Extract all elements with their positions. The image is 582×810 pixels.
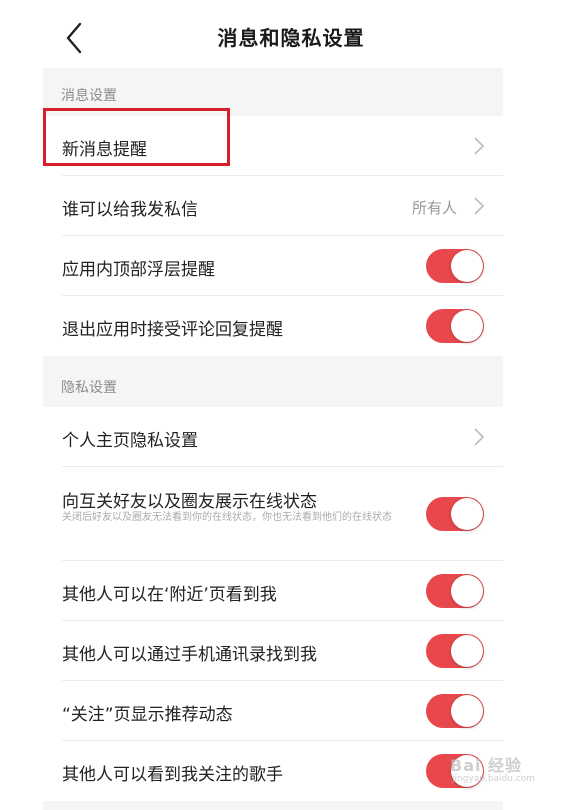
chevron-right-icon [474,137,485,155]
toggle-knob [451,310,483,342]
row-label: 应用内顶部浮层提醒 [62,260,215,280]
row-who-can-message[interactable]: 谁可以给我发私信 所有人 [43,176,503,236]
toggle-knob [451,498,483,530]
watermark-url: jingyan.baidu.com [452,774,536,784]
row-label: 个人主页隐私设置 [62,431,198,451]
page-title: 消息和隐私设置 [217,26,365,50]
toggle-knob [451,575,483,607]
row-online-status: 向互关好友以及圈友展示在线状态 关闭后好友以及圈友无法看到你的在线状态，你也无法… [43,467,503,561]
row-label: 谁可以给我发私信 [62,200,198,220]
toggle-knob [451,635,483,667]
toggle-switch[interactable] [426,634,484,668]
row-label: 其他人可以通过手机通讯录找到我 [62,645,317,665]
row-label: 其他人可以看到我关注的歌手 [62,765,283,785]
row-value: 所有人 [411,199,457,217]
toggle-switch[interactable] [426,497,484,531]
toggle-knob [451,695,483,727]
section-label-privacy: 隐私设置 [61,380,117,396]
toggle-switch[interactable] [426,694,484,728]
top-bar: 消息和隐私设置 [0,0,582,68]
row-label: 向互关好友以及圈友展示在线状态 [62,492,317,512]
row-followed-artists: 其他人可以看到我关注的歌手 [43,741,503,801]
toggle-switch[interactable] [426,249,484,283]
row-label: 其他人可以在‘附近’页看到我 [62,585,277,605]
row-nearby-visible: 其他人可以在‘附近’页看到我 [43,561,503,621]
section-label-message: 消息设置 [61,88,117,104]
row-description: 关闭后好友以及圈友无法看到你的在线状态，你也无法看到他们的在线状态 [62,512,392,523]
row-profile-privacy[interactable]: 个人主页隐私设置 [43,407,503,467]
chevron-right-icon [474,197,485,215]
row-label: “关注”页显示推荐动态 [62,705,233,725]
section-header-privacy: 隐私设置 [43,356,503,407]
watermark-logo: Bai 经验 [450,756,523,775]
toggle-switch[interactable] [426,309,484,343]
row-contacts-find: 其他人可以通过手机通讯录找到我 [43,621,503,681]
toggle-switch[interactable] [426,574,484,608]
row-in-app-banner: 应用内顶部浮层提醒 [43,236,503,296]
toggle-knob [451,250,483,282]
row-follow-recommend: “关注”页显示推荐动态 [43,681,503,741]
row-label: 退出应用时接受评论回复提醒 [62,320,283,340]
chevron-right-icon [474,428,485,446]
row-exit-comment-alert: 退出应用时接受评论回复提醒 [43,296,503,356]
annotation-highlight-box [43,108,230,166]
